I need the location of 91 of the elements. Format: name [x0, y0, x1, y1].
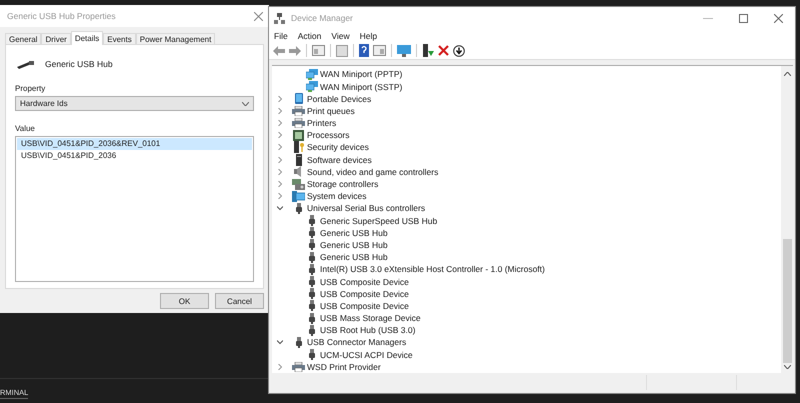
tree-item[interactable]: USB Composite Device — [320, 288, 409, 299]
device-name: Generic USB Hub — [45, 59, 113, 69]
security-key-icon — [292, 141, 304, 154]
tree-item[interactable]: USB Mass Storage Device — [320, 313, 421, 324]
network-monitor-icon — [306, 68, 318, 80]
property-dropdown[interactable]: Hardware Ids — [15, 96, 254, 111]
scroll-up-icon[interactable] — [784, 72, 790, 76]
value-label: Value — [15, 124, 35, 133]
download-icon[interactable] — [453, 44, 465, 57]
menu-item[interactable]: Action — [298, 30, 322, 41]
printer-icon — [292, 118, 305, 128]
chevron-right-icon[interactable] — [277, 168, 283, 175]
minimize-icon[interactable] — [703, 18, 713, 19]
tree-item[interactable]: Generic SuperSpeed USB Hub — [320, 216, 438, 226]
speaker-icon — [293, 166, 304, 178]
panel-icon[interactable] — [312, 45, 325, 56]
uninstall-x-icon[interactable] — [438, 45, 449, 56]
tree-item[interactable]: Printers — [307, 118, 336, 128]
printer-icon — [292, 106, 305, 116]
tree-item[interactable]: USB Root Hub (USB 3.0) — [320, 325, 416, 336]
menu-item[interactable]: View — [331, 30, 350, 41]
tree-item[interactable]: WAN Miniport (SSTP) — [320, 82, 402, 92]
tree-item[interactable]: Software devices — [307, 154, 372, 165]
tab[interactable]: Power Management — [136, 33, 216, 45]
usb-plug-icon — [294, 202, 302, 214]
chevron-down-icon[interactable] — [277, 339, 283, 346]
tree-item[interactable]: Storage controllers — [307, 179, 378, 189]
scroll-down-icon[interactable] — [784, 364, 790, 369]
help-icon[interactable] — [359, 44, 369, 58]
chevron-right-icon[interactable] — [277, 181, 283, 187]
chevron-right-icon[interactable] — [277, 364, 283, 370]
tree-item[interactable]: USB Composite Device — [320, 276, 409, 286]
value-item[interactable]: USB\VID_0451&PID_2036 — [17, 150, 252, 162]
chevron-right-icon[interactable] — [277, 193, 283, 200]
tree-item[interactable]: WAN Miniport (PPTP) — [320, 69, 402, 80]
storage-icon — [292, 178, 305, 190]
usb-cable-icon — [15, 59, 35, 69]
property-label: Property — [15, 84, 46, 93]
chevron-right-icon[interactable] — [277, 96, 283, 102]
chevron-right-icon[interactable] — [277, 108, 283, 114]
tab[interactable]: Driver — [41, 33, 71, 45]
panel-icon[interactable] — [373, 45, 386, 56]
scrollbar[interactable] — [781, 66, 793, 373]
window-title: Device Manager — [291, 13, 353, 24]
tree-item[interactable]: Generic USB Hub — [320, 252, 388, 262]
computer-icon — [292, 190, 305, 202]
forward-arrow-icon[interactable] — [289, 46, 301, 56]
usb-plug-icon — [294, 336, 302, 348]
tree-item[interactable]: Sound, video and game controllers — [307, 166, 438, 177]
tower-icon — [294, 154, 302, 166]
tree-item[interactable]: UCM-UCSI ACPI Device — [320, 350, 413, 360]
close-icon[interactable] — [254, 12, 263, 20]
back-arrow-icon[interactable] — [273, 46, 285, 56]
close-icon[interactable] — [774, 14, 783, 23]
tab[interactable]: Events — [103, 33, 136, 45]
network-monitor-icon — [306, 81, 318, 92]
chevron-down-icon — [242, 102, 249, 106]
menu-item[interactable]: Help — [360, 30, 378, 41]
tab[interactable]: Details — [70, 31, 104, 45]
tab[interactable]: General — [5, 33, 42, 45]
monitor-icon[interactable] — [397, 44, 411, 57]
tree-item[interactable]: WSD Print Provider — [307, 362, 381, 372]
tree-item[interactable]: Generic USB Hub — [320, 228, 388, 238]
chevron-right-icon[interactable] — [277, 132, 283, 138]
tree-item[interactable]: USB Connector Managers — [307, 337, 406, 348]
device-tree-icon — [274, 12, 285, 24]
portable-device-icon — [294, 93, 304, 104]
tree-item[interactable]: Universal Serial Bus controllers — [307, 203, 426, 214]
tree-item[interactable]: Security devices — [307, 142, 369, 152]
tree-item[interactable]: USB Composite Device — [320, 300, 409, 311]
tree-item[interactable]: Print queues — [307, 106, 355, 116]
sheet-icon[interactable] — [336, 44, 348, 57]
chevron-right-icon[interactable] — [277, 120, 283, 126]
tree-item[interactable]: Generic USB Hub — [320, 240, 388, 250]
scroll-thumb[interactable] — [782, 238, 792, 363]
tree-item[interactable]: Portable Devices — [307, 94, 372, 104]
tree-item[interactable]: System devices — [307, 191, 367, 202]
tree-item[interactable]: Intel(R) USB 3.0 eXtensible Host Controller - 1.0 (Microsoft) — [320, 264, 545, 274]
chevron-right-icon[interactable] — [277, 144, 283, 150]
usb-plug-icon — [308, 349, 316, 360]
dialog-button[interactable]: OK — [160, 293, 209, 309]
chip-icon — [293, 130, 304, 141]
window-title: Generic USB Hub Properties — [7, 11, 117, 21]
chevron-down-icon[interactable] — [277, 205, 283, 212]
device-enable-icon[interactable] — [422, 44, 434, 58]
value-item[interactable]: USB\VID_0451&PID_2036&REV_0101 — [17, 138, 252, 150]
menu-item[interactable]: File — [274, 30, 288, 41]
chevron-right-icon[interactable] — [277, 156, 283, 163]
maximize-icon[interactable] — [739, 14, 748, 23]
tree-item[interactable]: Processors — [307, 130, 350, 140]
dialog-button[interactable]: Cancel — [215, 293, 264, 309]
